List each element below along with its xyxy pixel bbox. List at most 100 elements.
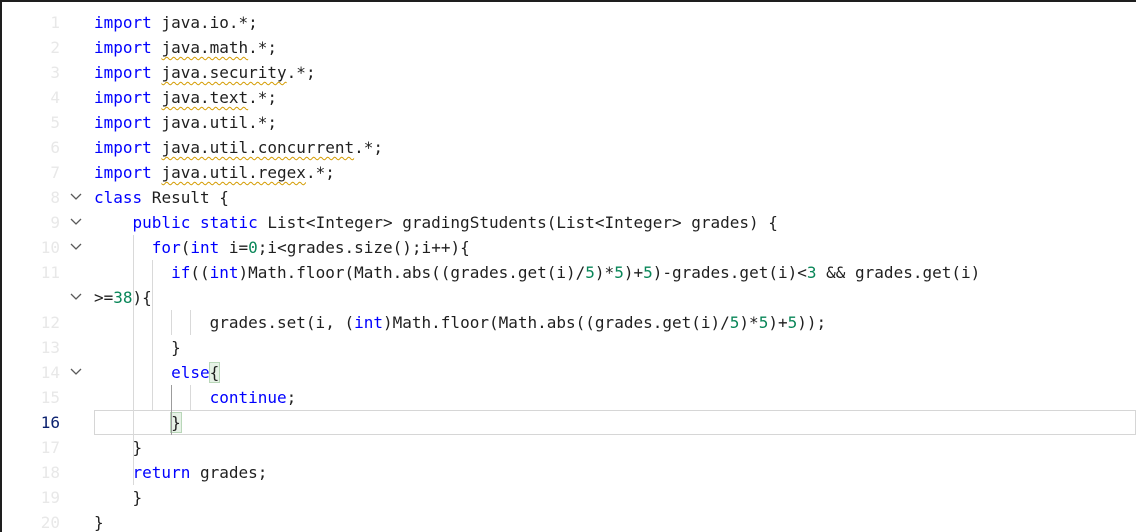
code-line[interactable]: >=38){ <box>2 285 1136 310</box>
indent-guide <box>171 310 172 335</box>
code-line[interactable]: 17 } <box>2 435 1136 460</box>
code-text: public static List<Integer> gradingStude… <box>94 210 1136 235</box>
code-line[interactable]: 9 public static List<Integer> gradingStu… <box>2 210 1136 235</box>
chevron-down-icon[interactable] <box>68 210 84 235</box>
line-number: 6 <box>50 138 60 157</box>
line-number: 18 <box>40 463 60 482</box>
indent-guide <box>171 385 172 435</box>
text-token: ( <box>180 238 191 257</box>
text-token: )* <box>594 263 615 282</box>
keyword-token: continue <box>209 388 287 407</box>
text-token: )); <box>797 313 827 332</box>
keyword-token: import <box>94 63 152 82</box>
keyword-token: import <box>94 88 152 107</box>
text-token: .*; <box>286 63 316 82</box>
code-line[interactable]: 1 import java.io.*; <box>2 10 1136 35</box>
text-token: )* <box>739 313 759 332</box>
code-text: } <box>94 435 1136 460</box>
keyword-token: static <box>199 213 258 232</box>
code-line[interactable]: 10 for(int i=0;i<grades.size();i++){ <box>2 235 1136 260</box>
code-line[interactable]: 6 import java.util.concurrent.*; <box>2 135 1136 160</box>
code-line[interactable]: 18 return grades; <box>2 460 1136 485</box>
code-line[interactable]: 3 import java.security.*; <box>2 60 1136 85</box>
text-token: } <box>94 438 143 457</box>
text-token: ; <box>286 388 297 407</box>
code-text: class Result { <box>94 185 1136 210</box>
code-editor[interactable]: 1 import java.io.*; 2 import java.math.*; 3 i… <box>0 0 1136 532</box>
text-token: .*; <box>305 163 335 182</box>
warning-token: java.text <box>161 88 249 107</box>
line-number: 11 <box>40 263 60 282</box>
code-line[interactable]: 14 else{ <box>2 360 1136 385</box>
keyword-token: class <box>94 188 143 207</box>
code-line[interactable]: 13 } <box>2 335 1136 360</box>
line-number: 8 <box>50 188 60 207</box>
code-line[interactable]: 4 import java.text.*; <box>2 85 1136 110</box>
text-token: } <box>94 488 143 507</box>
number-token: 5 <box>758 313 769 332</box>
warning-token: java.util.concurrent <box>161 138 355 157</box>
code-line[interactable]: 15 continue; <box>2 385 1136 410</box>
text-token: .*; <box>248 38 278 57</box>
matched-brace: } <box>170 412 182 433</box>
code-line[interactable]: 11 if((int)Math.floor(Math.abs((grades.g… <box>2 260 1136 285</box>
code-text: } <box>94 510 1136 532</box>
code-text: import java.io.*; <box>94 10 1136 35</box>
code-line[interactable]: 12 grades.set(i, (int)Math.floor(Math.ab… <box>2 310 1136 335</box>
code-text: return grades; <box>94 460 1136 485</box>
chevron-down-icon[interactable] <box>68 185 84 210</box>
text-token: )+ <box>768 313 788 332</box>
code-text: if((int)Math.floor(Math.abs((grades.get(… <box>94 260 1136 285</box>
text-token: ){ <box>132 288 152 307</box>
chevron-down-icon[interactable] <box>68 360 84 385</box>
code-text: } <box>94 410 1136 435</box>
line-number: 14 <box>40 363 60 382</box>
line-number: 19 <box>40 488 60 507</box>
text-token: java.io.*; <box>151 13 258 32</box>
code-text: import java.math.*; <box>94 35 1136 60</box>
code-line[interactable]: 20} <box>2 510 1136 532</box>
text-token: .*; <box>354 138 383 157</box>
chevron-down-icon[interactable] <box>68 235 84 260</box>
code-line[interactable]: 19 } <box>2 485 1136 510</box>
code-text: } <box>94 485 1136 510</box>
text-token: i= <box>219 238 249 257</box>
keyword-token: import <box>94 38 152 57</box>
code-text: import java.util.regex.*; <box>94 160 1136 185</box>
line-number: 5 <box>50 113 60 132</box>
keyword-token: else <box>171 363 210 382</box>
text-token: List<Integer> gradingStudents(List<Integ… <box>257 213 778 232</box>
keyword-token: import <box>94 13 152 32</box>
line-number: 4 <box>50 88 60 107</box>
code-line[interactable]: 7 import java.util.regex.*; <box>2 160 1136 185</box>
line-number: 1 <box>50 13 60 32</box>
text-token: .*; <box>248 88 278 107</box>
code-text: import java.util.*; <box>94 110 1136 135</box>
line-number: 3 <box>50 63 60 82</box>
number-token: 5 <box>643 263 653 282</box>
text-token: grades; <box>190 463 268 482</box>
chevron-down-icon[interactable] <box>68 285 84 310</box>
code-text: grades.set(i, (int)Math.floor(Math.abs((… <box>94 310 1136 335</box>
keyword-token: return <box>132 463 191 482</box>
number-token: 38 <box>113 288 133 307</box>
code-line[interactable]: 5 import java.util.*; <box>2 110 1136 135</box>
code-line[interactable]: 16 } <box>2 410 1136 435</box>
text-token: java.util.*; <box>151 113 278 132</box>
number-token: 3 <box>806 263 817 282</box>
indent-guide <box>133 235 134 485</box>
keyword-token: int <box>354 313 383 332</box>
code-text: import java.util.concurrent.*; <box>94 135 1136 160</box>
line-number: 16 <box>40 413 60 432</box>
keyword-token: public <box>132 213 191 232</box>
code-line[interactable]: 8 class Result { <box>2 185 1136 210</box>
code-line[interactable]: 2 import java.math.*; <box>2 35 1136 60</box>
line-number: 12 <box>40 313 60 332</box>
